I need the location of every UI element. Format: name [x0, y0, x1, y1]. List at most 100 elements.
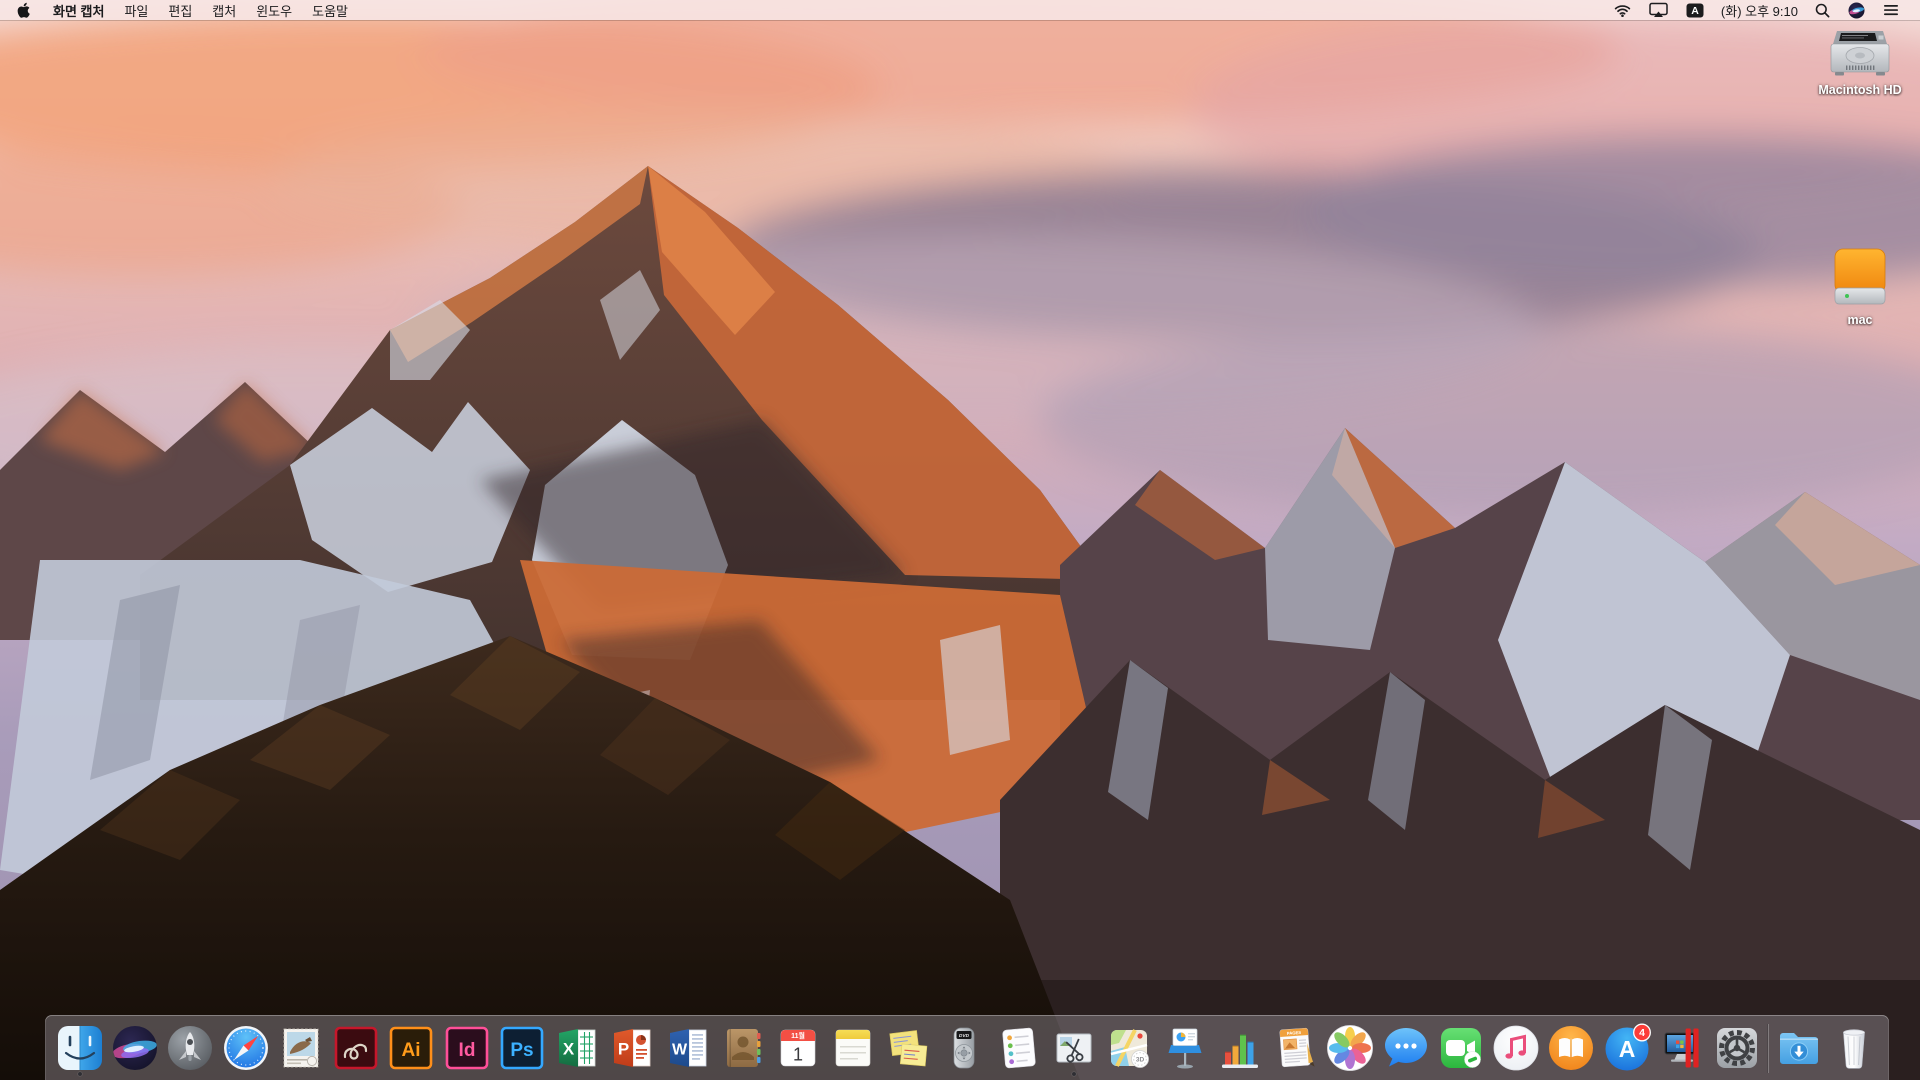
- numbers-chart-icon: [1215, 1023, 1265, 1073]
- launchpad-rocket-icon: [165, 1023, 215, 1073]
- dock-numbers[interactable]: [1215, 1023, 1265, 1073]
- finder-icon: [55, 1023, 105, 1073]
- menu-file[interactable]: 파일: [114, 1, 158, 20]
- spotlight-menu[interactable]: [1806, 0, 1839, 20]
- dock-photoshop[interactable]: Ps: [497, 1023, 547, 1073]
- wifi-icon: [1614, 4, 1631, 17]
- external-drive-icon: [1831, 248, 1889, 310]
- desktop-icon-mac[interactable]: mac: [1802, 248, 1918, 327]
- adobe-photoshop-icon: Ps: [497, 1023, 547, 1073]
- mail-stamp-icon: [276, 1023, 326, 1073]
- desktop-wallpaper: [0, 0, 1920, 1080]
- notification-center-menu[interactable]: [1874, 0, 1908, 20]
- dvd-player-remote-icon: DVD: [939, 1023, 989, 1073]
- svg-text:A: A: [1691, 5, 1699, 17]
- stickies-icon: [884, 1023, 934, 1073]
- dock-acrobat[interactable]: [331, 1023, 381, 1073]
- parallels-desktop-icon: [1657, 1023, 1707, 1073]
- dock-contacts[interactable]: [718, 1023, 768, 1073]
- messages-bubble-icon: [1381, 1023, 1431, 1073]
- dock-indesign[interactable]: Id: [442, 1023, 492, 1073]
- dock-app-store[interactable]: A4: [1602, 1023, 1652, 1073]
- apple-menu[interactable]: [0, 0, 43, 20]
- svg-text:Ai: Ai: [402, 1040, 421, 1061]
- dock-photos[interactable]: [1325, 1023, 1375, 1073]
- dock-pages[interactable]: PAGES: [1270, 1023, 1320, 1073]
- dock-illustrator[interactable]: Ai: [386, 1023, 436, 1073]
- airplay-menu[interactable]: [1640, 0, 1677, 20]
- dock-trash[interactable]: [1829, 1023, 1879, 1073]
- svg-text:A: A: [1618, 1036, 1635, 1062]
- svg-text:DVD: DVD: [959, 1033, 970, 1039]
- menu-window[interactable]: 윈도우: [246, 1, 302, 20]
- adobe-indesign-icon: Id: [442, 1023, 492, 1073]
- ibooks-icon: [1546, 1023, 1596, 1073]
- dock-powerpoint[interactable]: P: [607, 1023, 657, 1073]
- dock-safari[interactable]: [221, 1023, 271, 1073]
- adobe-illustrator-icon: Ai: [386, 1023, 436, 1073]
- dock-launchpad[interactable]: [165, 1023, 215, 1073]
- svg-text:1: 1: [793, 1045, 803, 1065]
- svg-text:X: X: [563, 1040, 575, 1059]
- app-menu-title[interactable]: 화면 캡처: [43, 1, 114, 20]
- powerpoint-icon: P: [607, 1023, 657, 1073]
- dock-parallels[interactable]: [1657, 1023, 1707, 1073]
- menu-bar-clock[interactable]: (화) 오후 9:10: [1713, 1, 1806, 20]
- dock-calendar[interactable]: 11월1: [773, 1023, 823, 1073]
- input-source-menu[interactable]: A: [1677, 0, 1713, 20]
- dock-notes[interactable]: [828, 1023, 878, 1073]
- dock-separator: [1767, 1024, 1768, 1073]
- dock-excel[interactable]: X: [552, 1023, 602, 1073]
- svg-text:PAGES: PAGES: [1287, 1030, 1302, 1036]
- downloads-folder-icon: [1774, 1023, 1824, 1073]
- dock-word[interactable]: W: [663, 1023, 713, 1073]
- pages-icon: PAGES: [1270, 1023, 1320, 1073]
- trash-icon: [1829, 1023, 1879, 1073]
- dock-ibooks[interactable]: [1546, 1023, 1596, 1073]
- dock-messages[interactable]: [1381, 1023, 1431, 1073]
- dock-finder[interactable]: [55, 1023, 105, 1073]
- svg-text:Id: Id: [458, 1040, 475, 1061]
- desktop-icon-label: Macintosh HD: [1818, 83, 1901, 97]
- dock-downloads[interactable]: [1774, 1023, 1824, 1073]
- dock-siri[interactable]: [110, 1023, 160, 1073]
- menu-help[interactable]: 도움말: [302, 1, 358, 20]
- facetime-icon: [1436, 1023, 1486, 1073]
- dock-grab-screen-capture[interactable]: [1049, 1023, 1099, 1073]
- dock-maps[interactable]: 3D: [1104, 1023, 1154, 1073]
- input-source-icon: A: [1686, 3, 1704, 18]
- dock-dvd-player[interactable]: DVD: [939, 1023, 989, 1073]
- system-preferences-gear-icon: [1712, 1023, 1762, 1073]
- menu-bar: 화면 캡처 파일 편집 캡처 윈도우 도움말 A (화) 오후 9:10: [0, 0, 1920, 20]
- airplay-display-icon: [1649, 2, 1668, 18]
- dock: Ai Id Ps X P W 11월1 DVD 3D: [45, 1015, 1889, 1080]
- desktop-icon-macintosh-hd[interactable]: Macintosh HD: [1802, 30, 1918, 97]
- wifi-menu[interactable]: [1605, 0, 1640, 20]
- menu-bar-left: 화면 캡처 파일 편집 캡처 윈도우 도움말: [0, 0, 358, 20]
- dock-mail[interactable]: [276, 1023, 326, 1073]
- siri-icon: [110, 1023, 160, 1073]
- word-icon: W: [663, 1023, 713, 1073]
- maps-icon: 3D: [1104, 1023, 1154, 1073]
- siri-icon: [1848, 2, 1865, 19]
- screen-capture-scissors-icon: [1049, 1023, 1099, 1073]
- dock-system-preferences[interactable]: [1712, 1023, 1762, 1073]
- badge-count: 4: [1639, 1027, 1645, 1039]
- reminders-icon: [994, 1023, 1044, 1073]
- svg-text:Ps: Ps: [510, 1040, 533, 1061]
- menu-capture[interactable]: 캡처: [202, 1, 246, 20]
- calendar-icon: 11월1: [773, 1023, 823, 1073]
- list-icon: [1883, 3, 1899, 17]
- dock-stickies[interactable]: [884, 1023, 934, 1073]
- dock-reminders[interactable]: [994, 1023, 1044, 1073]
- dock-facetime[interactable]: [1436, 1023, 1486, 1073]
- menu-edit[interactable]: 편집: [158, 1, 202, 20]
- svg-text:W: W: [672, 1042, 688, 1059]
- menu-bar-status: A (화) 오후 9:10: [1605, 0, 1920, 20]
- siri-menu[interactable]: [1839, 0, 1874, 20]
- search-icon: [1815, 3, 1830, 18]
- dock-itunes[interactable]: [1491, 1023, 1541, 1073]
- dock-keynote[interactable]: [1160, 1023, 1210, 1073]
- photos-flower-icon: [1325, 1023, 1375, 1073]
- app-store-icon: A4: [1602, 1023, 1652, 1073]
